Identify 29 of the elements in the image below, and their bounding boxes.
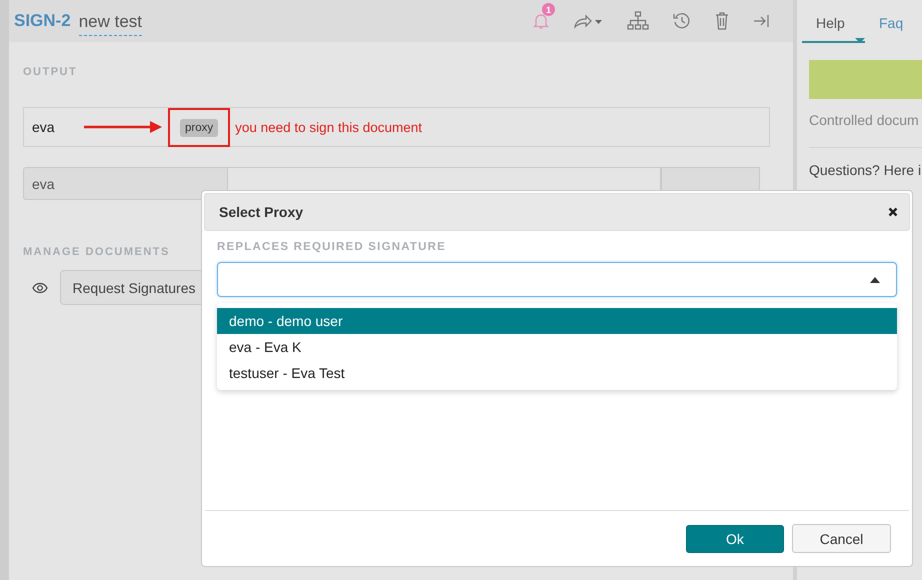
cancel-button[interactable]: Cancel (792, 524, 891, 553)
document-title[interactable]: new test (78, 12, 142, 36)
section-heading: OUTPUT (23, 66, 78, 78)
ok-button[interactable]: Ok (686, 524, 784, 552)
bell-icon[interactable] (533, 12, 549, 30)
panel-text: Questions? Here i (809, 162, 922, 178)
eye-icon[interactable] (32, 282, 48, 294)
dialog-title: Select Proxy (219, 204, 304, 220)
option-item[interactable]: testuser - Eva Test (217, 360, 897, 386)
sign-message: you need to sign this document (235, 120, 422, 134)
proxy-button[interactable]: proxy (180, 118, 218, 136)
hierarchy-icon[interactable] (627, 11, 649, 31)
caret-icon (870, 276, 880, 282)
option-item[interactable]: eva - Eva K (217, 334, 897, 360)
option-item[interactable]: demo - demo user (217, 308, 897, 334)
field-label: REPLACES REQUIRED SIGNATURE (217, 241, 447, 253)
section-heading: MANAGE DOCUMENTS (23, 246, 170, 258)
username-field[interactable]: eva (23, 167, 228, 200)
panel-text: Controlled docum (809, 112, 922, 148)
arrow-icon (84, 121, 164, 133)
document-key: SIGN-2 (14, 11, 71, 31)
trash-icon[interactable] (715, 12, 729, 30)
collapse-icon[interactable] (753, 14, 769, 28)
close-icon[interactable] (888, 207, 898, 217)
proxy-select[interactable] (217, 262, 897, 297)
notification-badge: 1 (542, 3, 555, 16)
signer-name: eva (32, 119, 56, 135)
share-icon[interactable] (573, 13, 603, 29)
history-icon[interactable] (673, 12, 691, 30)
